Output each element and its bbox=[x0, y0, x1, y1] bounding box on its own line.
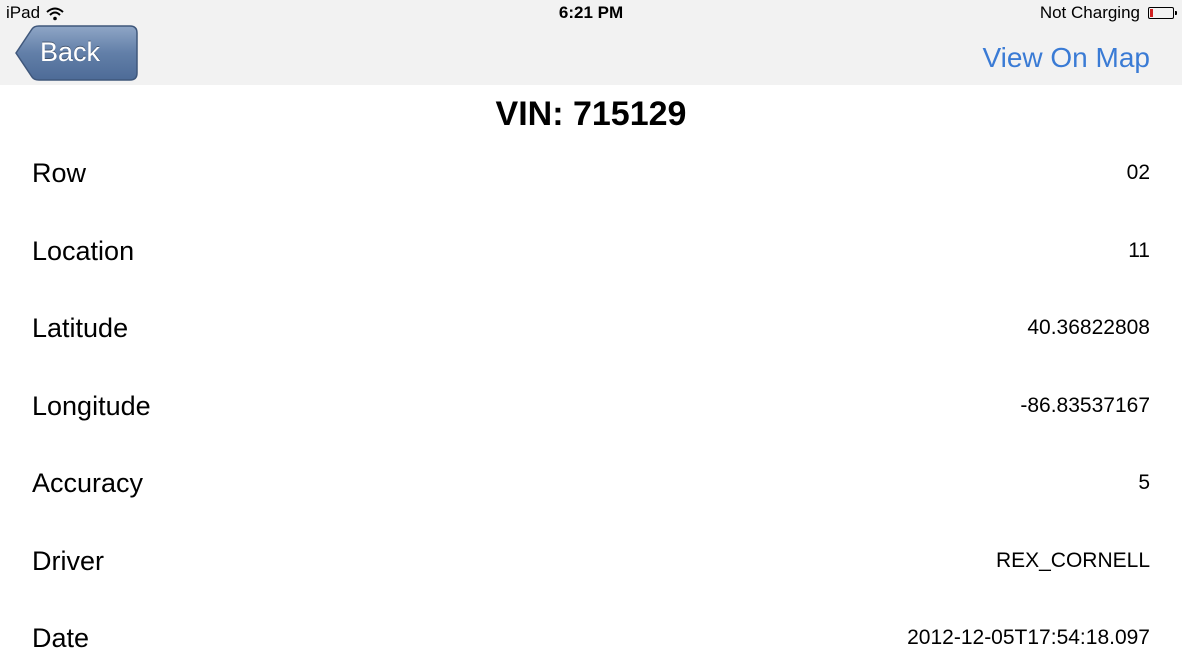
detail-label: Longitude bbox=[32, 390, 151, 421]
vehicle-detail-screen: iPad 6:21 PM Not Charging Back View On M… bbox=[0, 0, 1182, 665]
view-on-map-link[interactable]: View On Map bbox=[982, 42, 1150, 74]
battery-level bbox=[1150, 9, 1153, 17]
back-button[interactable]: Back bbox=[14, 25, 138, 81]
top-bar: iPad 6:21 PM Not Charging Back View On M… bbox=[0, 0, 1182, 85]
detail-value: 11 bbox=[1128, 238, 1150, 262]
detail-value: 02 bbox=[1126, 161, 1150, 184]
status-right: Not Charging bbox=[1039, 3, 1177, 23]
detail-value: -86.83537167 bbox=[1020, 393, 1150, 417]
back-button-label: Back bbox=[40, 37, 101, 67]
detail-row-location: Location 11 bbox=[0, 213, 1182, 291]
detail-label: Accuracy bbox=[32, 468, 144, 498]
detail-label: Location bbox=[32, 235, 135, 266]
detail-label: Row bbox=[32, 158, 87, 188]
battery-status-text: Not Charging bbox=[1039, 3, 1140, 22]
detail-value: 40.36822808 bbox=[1027, 316, 1150, 339]
detail-row-longitude: Longitude -86.83537167 bbox=[0, 368, 1182, 446]
detail-row-row: Row 02 bbox=[0, 135, 1182, 213]
detail-row-accuracy: Accuracy 5 bbox=[0, 445, 1182, 523]
status-time: 6:21 PM bbox=[558, 3, 624, 22]
detail-value: REX_CORNELL bbox=[995, 548, 1150, 572]
detail-value: 2012-12-05T17:54:18.097 bbox=[907, 626, 1150, 649]
detail-row-latitude: Latitude 40.36822808 bbox=[0, 290, 1182, 368]
vehicle-details-list: Row 02 Location 11 Latitude 40.36822808 … bbox=[0, 135, 1182, 665]
detail-label: Driver bbox=[32, 545, 104, 576]
detail-row-driver: Driver REX_CORNELL bbox=[0, 523, 1182, 601]
detail-row-date: Date 2012-12-05T17:54:18.097 bbox=[0, 600, 1182, 665]
battery-icon bbox=[1148, 7, 1177, 19]
page-title: VIN: 715129 bbox=[495, 95, 687, 133]
detail-label: Latitude bbox=[32, 313, 129, 343]
navigation-bar: Back View On Map bbox=[0, 22, 1182, 85]
detail-value: 5 bbox=[1138, 471, 1150, 494]
detail-label: Date bbox=[32, 623, 90, 653]
